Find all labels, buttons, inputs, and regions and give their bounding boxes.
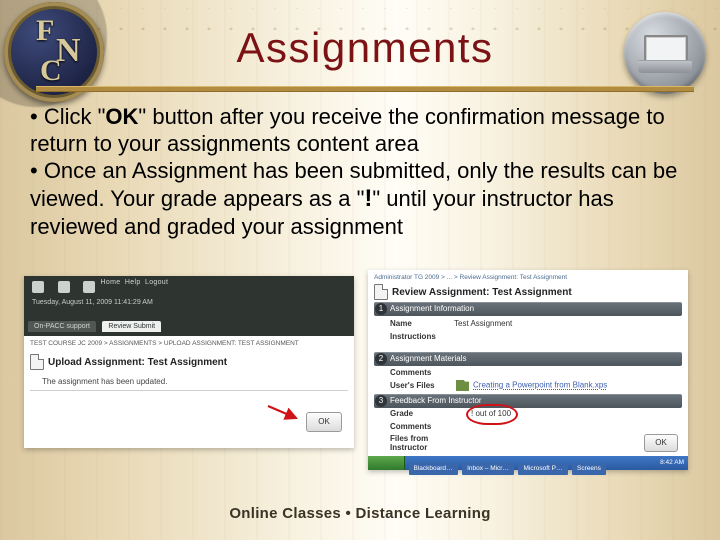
step-number: 1 [375, 303, 387, 315]
laptop-icon [638, 33, 692, 73]
footer-text: Online Classes • Distance Learning [0, 505, 720, 522]
kv-name: NameTest Assignment [390, 319, 512, 328]
breadcrumb: TEST COURSE JC 2009 > ASSIGNMENTS > UPLO… [30, 340, 299, 347]
logo-letter: C [40, 54, 62, 88]
section-title: Review Assignment: Test Assignment [392, 287, 572, 298]
folder-icon [456, 380, 469, 391]
slide: F N C Assignments • Click "OK" button af… [0, 0, 720, 540]
screenshot-review-assignment: Administrator TG 2009 > ... > Review Ass… [368, 270, 688, 470]
kv-feedback-files: Files from Instructor [390, 434, 454, 452]
section-header: Review Assignment: Test Assignment [374, 284, 682, 300]
annotation-arrow [266, 402, 302, 422]
screenshot-upload-assignment: Home Help Logout Tuesday, August 11, 200… [24, 276, 354, 448]
step-number: 2 [375, 353, 387, 365]
section-title: Upload Assignment: Test Assignment [48, 357, 227, 368]
tab-review: Review Submit [102, 321, 161, 332]
kv-comments: Comments [390, 368, 454, 377]
file-link[interactable]: Creating a Powerpoint from Blank.xps [473, 381, 607, 390]
kv-instructions: Instructions [390, 332, 454, 341]
document-icon [30, 354, 44, 370]
section-bar-feedback: 3Feedback From Instructor [374, 394, 682, 408]
breadcrumb: Administrator TG 2009 > ... > Review Ass… [374, 274, 567, 281]
section-bar-materials: 2Assignment Materials [374, 352, 682, 366]
windows-taskbar: Blackboard… Inbox – Micr… Microsoft P… S… [368, 456, 688, 470]
taskbar-clock: 8:42 AM [660, 456, 684, 470]
bb-header: Home Help Logout Tuesday, August 11, 200… [24, 276, 354, 318]
logout-icon [83, 281, 95, 293]
help-icon [58, 281, 70, 293]
ok-button[interactable]: OK [644, 434, 678, 452]
bb-tabs: On-PACC support Review Submit [24, 318, 354, 336]
title-underline [36, 86, 694, 92]
bullet-1-ok: OK [105, 104, 138, 129]
top-nav-text: Home Help Logout [101, 279, 169, 286]
start-button[interactable] [368, 456, 405, 470]
status-message: The assignment has been updated. [42, 377, 167, 386]
document-icon [374, 284, 388, 300]
kv-feedback-comments: Comments [390, 422, 454, 431]
kv-user-files: User's FilesCreating a Powerpoint from B… [390, 380, 607, 391]
ok-button[interactable]: OK [306, 412, 342, 432]
page-title: Assignments [120, 24, 610, 72]
step-number: 3 [375, 395, 387, 407]
taskbar-item[interactable]: Blackboard… [409, 463, 458, 475]
taskbar-item[interactable]: Screens [572, 463, 606, 475]
date-line: Tuesday, August 11, 2009 11:41:29 AM [32, 299, 153, 306]
divider [30, 390, 348, 391]
kv-grade-label: Grade [390, 409, 454, 418]
section-bar-info: 1Assignment Information [374, 302, 682, 316]
laptop-badge [624, 12, 706, 94]
home-icon [32, 281, 44, 293]
logo-letter: F [36, 14, 54, 48]
section-header: Upload Assignment: Test Assignment [30, 354, 348, 370]
annotation-circle [466, 404, 518, 425]
taskbar-item[interactable]: Microsoft P… [518, 463, 567, 475]
bullet-1-prefix: • Click " [30, 104, 105, 129]
bullet-list: • Click "OK" button after you receive th… [30, 104, 680, 241]
taskbar-item[interactable]: Inbox – Micr… [462, 463, 514, 475]
tab-support: On-PACC support [28, 321, 96, 332]
